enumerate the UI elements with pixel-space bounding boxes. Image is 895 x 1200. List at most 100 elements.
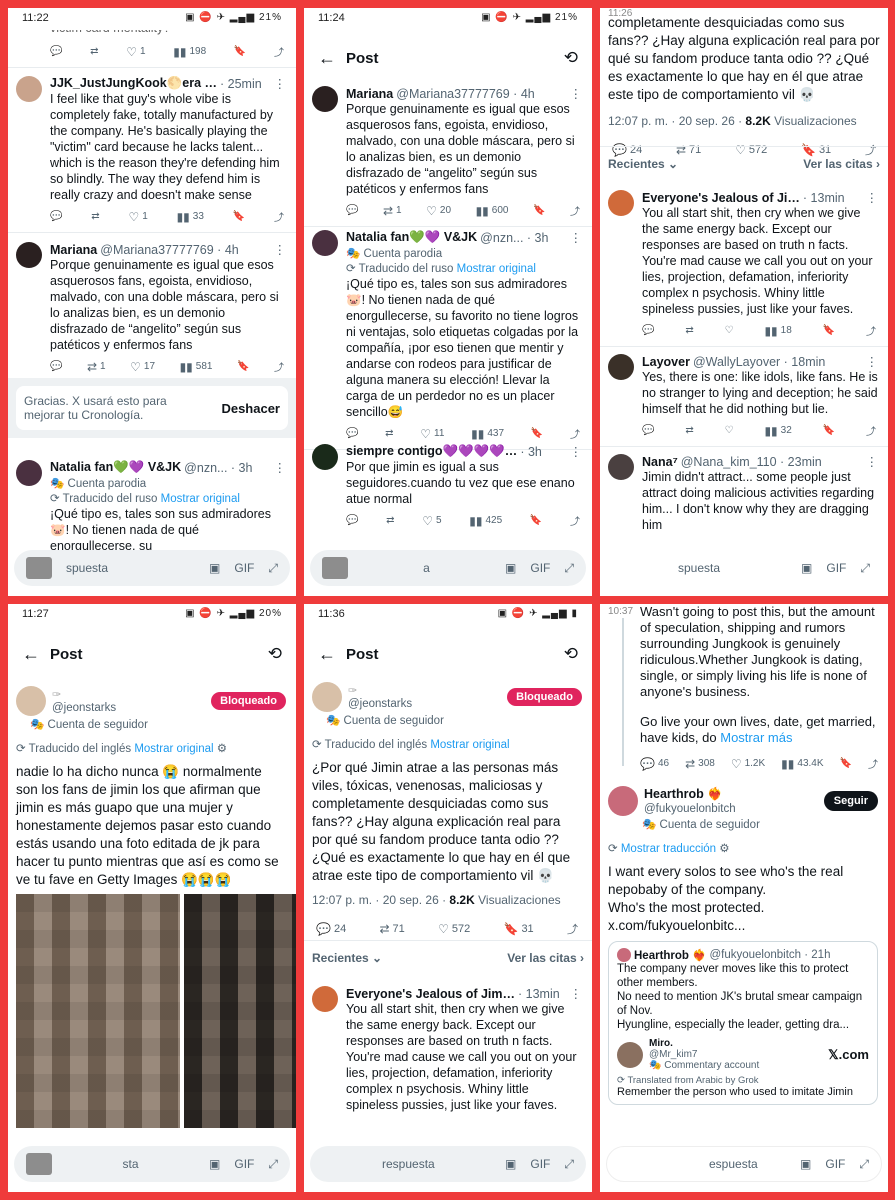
like-button[interactable]: ♡ 5	[422, 514, 441, 528]
show-more-link[interactable]: Mostrar más	[720, 730, 792, 745]
more-icon[interactable]: ⋮	[268, 242, 287, 257]
like-icon[interactable]: ♡	[725, 425, 734, 436]
gif-icon[interactable]: GIF	[825, 1157, 845, 1171]
handle[interactable]: @fukyouelonbitch	[644, 803, 818, 815]
handle[interactable]: @jeonstarks	[52, 702, 205, 714]
more-icon[interactable]: ⋮	[564, 86, 583, 101]
tweet[interactable]: JJK_JustJungKook🌕era … · 25min ⋮ I feel li…	[8, 70, 296, 233]
like-button[interactable]: ♡ 1	[128, 210, 147, 224]
display-name[interactable]: Natalia fan💚💜 V&JK	[50, 460, 181, 475]
display-name[interactable]: siempre contigo💜💜💜💜…	[346, 444, 517, 459]
back-arrow-icon[interactable]: ←	[22, 644, 50, 665]
avatar[interactable]	[16, 242, 42, 268]
retweet-icon[interactable]: ⇄	[685, 425, 693, 436]
retweet-button[interactable]: ⇄ 71	[379, 922, 404, 936]
views-button[interactable]: ▮▮ 32	[764, 424, 791, 438]
reply-icon[interactable]: 💬	[50, 211, 62, 222]
bookmark-icon[interactable]: 🔖	[234, 46, 246, 57]
avatar[interactable]	[16, 686, 46, 716]
more-icon[interactable]: ⋮	[268, 460, 287, 475]
avatar[interactable]	[312, 682, 342, 712]
share-icon[interactable]: ⤴	[274, 44, 284, 59]
reply-button[interactable]: 💬 24	[316, 922, 346, 936]
reply-input[interactable]: spuesta	[66, 561, 195, 575]
gif-icon[interactable]: GIF	[234, 1157, 254, 1171]
expand-icon[interactable]: ⤢	[859, 1157, 869, 1172]
back-arrow-icon[interactable]: ←	[318, 644, 346, 665]
back-arrow-icon[interactable]: ←	[318, 48, 346, 69]
avatar[interactable]	[608, 190, 634, 216]
display-name[interactable]: Nana⁷	[642, 455, 678, 469]
retweet-button[interactable]: ⇄ 1	[87, 360, 106, 374]
more-icon[interactable]: ⋮	[860, 454, 879, 469]
display-name[interactable]: JJK_JustJungKook🌕era …	[50, 76, 217, 91]
refresh-icon[interactable]: ⟲	[564, 644, 578, 664]
blocked-button[interactable]: Bloqueado	[507, 688, 582, 706]
image-icon[interactable]: ▣	[505, 561, 516, 575]
reply-icon[interactable]: 💬	[642, 325, 654, 336]
handle[interactable]: @jeonstarks	[348, 698, 501, 710]
avatar[interactable]	[608, 454, 634, 480]
view-quotes-link[interactable]: Ver las citas ›	[507, 951, 584, 965]
post-link[interactable]: x.com/fukyouelonbitc...	[608, 917, 878, 935]
reply-bar[interactable]: spuesta ▣ GIF ⤢	[14, 550, 290, 586]
more-icon[interactable]: ⋮	[860, 354, 879, 369]
bookmark-button[interactable]: 🔖 31	[503, 922, 533, 936]
views-button[interactable]: ▮▮ 581	[180, 360, 213, 374]
views-button[interactable]: ▮▮ 33	[177, 210, 204, 224]
sort-dropdown[interactable]: Recientes ⌄	[312, 951, 382, 965]
avatar[interactable]	[312, 230, 338, 256]
like-button[interactable]: ♡ 17	[130, 360, 155, 374]
share-icon[interactable]: ⤴	[570, 513, 580, 528]
tweet[interactable]: Natalia fan💚💜 V&JK @nzn... · 3h ⋮ 🎭 Cuenta…	[8, 454, 296, 554]
display-name[interactable]: Everyone's Jealous of Jim…	[346, 987, 515, 1001]
tweet[interactable]: Mariana @Mariana37777769 · 4h ⋮ Porque gen…	[8, 236, 296, 383]
share-icon[interactable]: ⤴	[567, 921, 578, 937]
reply-input[interactable]: espuesta	[619, 1157, 786, 1171]
display-name[interactable]: Hearthrob ❤️‍🔥	[644, 787, 818, 802]
view-quotes-link[interactable]: Ver las citas ›	[803, 157, 880, 171]
pixelated-image-2[interactable]	[184, 894, 296, 1128]
show-original-link[interactable]: Mostrar original	[457, 263, 536, 275]
bookmark-icon[interactable]: 🔖	[237, 361, 249, 372]
tweet[interactable]: Everyone's Jealous of Jim… · 13min ⋮ You a…	[304, 980, 592, 1113]
tweet[interactable]: Nana⁷ @Nana_kim_110 · 23min ⋮ Jimin didn't…	[600, 448, 888, 533]
reply-icon[interactable]: 💬	[346, 205, 358, 216]
avatar[interactable]	[312, 986, 338, 1012]
bookmark-icon[interactable]: 🔖	[233, 211, 245, 222]
expand-icon[interactable]: ⤢	[564, 1157, 574, 1172]
views-button[interactable]: ▮▮ 18	[764, 324, 791, 338]
share-icon[interactable]: ⤴	[866, 323, 876, 338]
like-button[interactable]: ♡ 20	[426, 204, 451, 218]
tweet[interactable]: Mariana @Mariana37777769 · 4h ⋮ Porque gen…	[304, 80, 592, 227]
image-icon[interactable]: ▣	[209, 1157, 220, 1171]
expand-icon[interactable]: ⤢	[564, 561, 574, 576]
share-icon[interactable]: ⤴	[274, 359, 284, 374]
bookmark-icon[interactable]: 🔖	[840, 758, 852, 769]
views-button[interactable]: ▮▮ 198	[173, 45, 206, 59]
undo-button[interactable]: Deshacer	[221, 401, 280, 416]
reply-button[interactable]: 💬 46	[640, 757, 669, 771]
show-original-link[interactable]: Mostrar original	[134, 743, 213, 755]
bookmark-icon[interactable]: 🔖	[823, 325, 835, 336]
display-name[interactable]: Layover	[642, 355, 690, 369]
display-name[interactable]: Mariana	[50, 243, 97, 257]
reply-bar[interactable]: sta ▣ GIF ⤢	[14, 1146, 290, 1182]
display-name[interactable]: Mariana	[346, 87, 393, 101]
retweet-icon[interactable]: ⇄	[90, 46, 98, 57]
expand-icon[interactable]: ⤢	[268, 1157, 278, 1172]
reply-icon[interactable]: 💬	[50, 361, 62, 372]
expand-icon[interactable]: ⤢	[860, 561, 870, 576]
reply-icon[interactable]: 💬	[50, 46, 62, 57]
more-icon[interactable]: ⋮	[268, 76, 287, 91]
retweet-button[interactable]: ⇄ 308	[685, 757, 715, 771]
reply-input[interactable]: respuesta	[322, 1157, 491, 1171]
reply-bar[interactable]: spuesta ▣ GIF ⤢	[606, 550, 882, 586]
share-icon[interactable]: ⤴	[868, 756, 878, 771]
bookmark-icon[interactable]: 🔖	[533, 205, 545, 216]
more-icon[interactable]: ⋮	[564, 230, 583, 245]
tweet[interactable]: Natalia fan💚💜 V&JK @nzn... · 3h ⋮ 🎭 Cuenta…	[304, 224, 592, 450]
reply-input[interactable]: a	[362, 561, 491, 575]
retweet-icon[interactable]: ⇄	[91, 211, 99, 222]
expand-icon[interactable]: ⤢	[268, 561, 278, 576]
